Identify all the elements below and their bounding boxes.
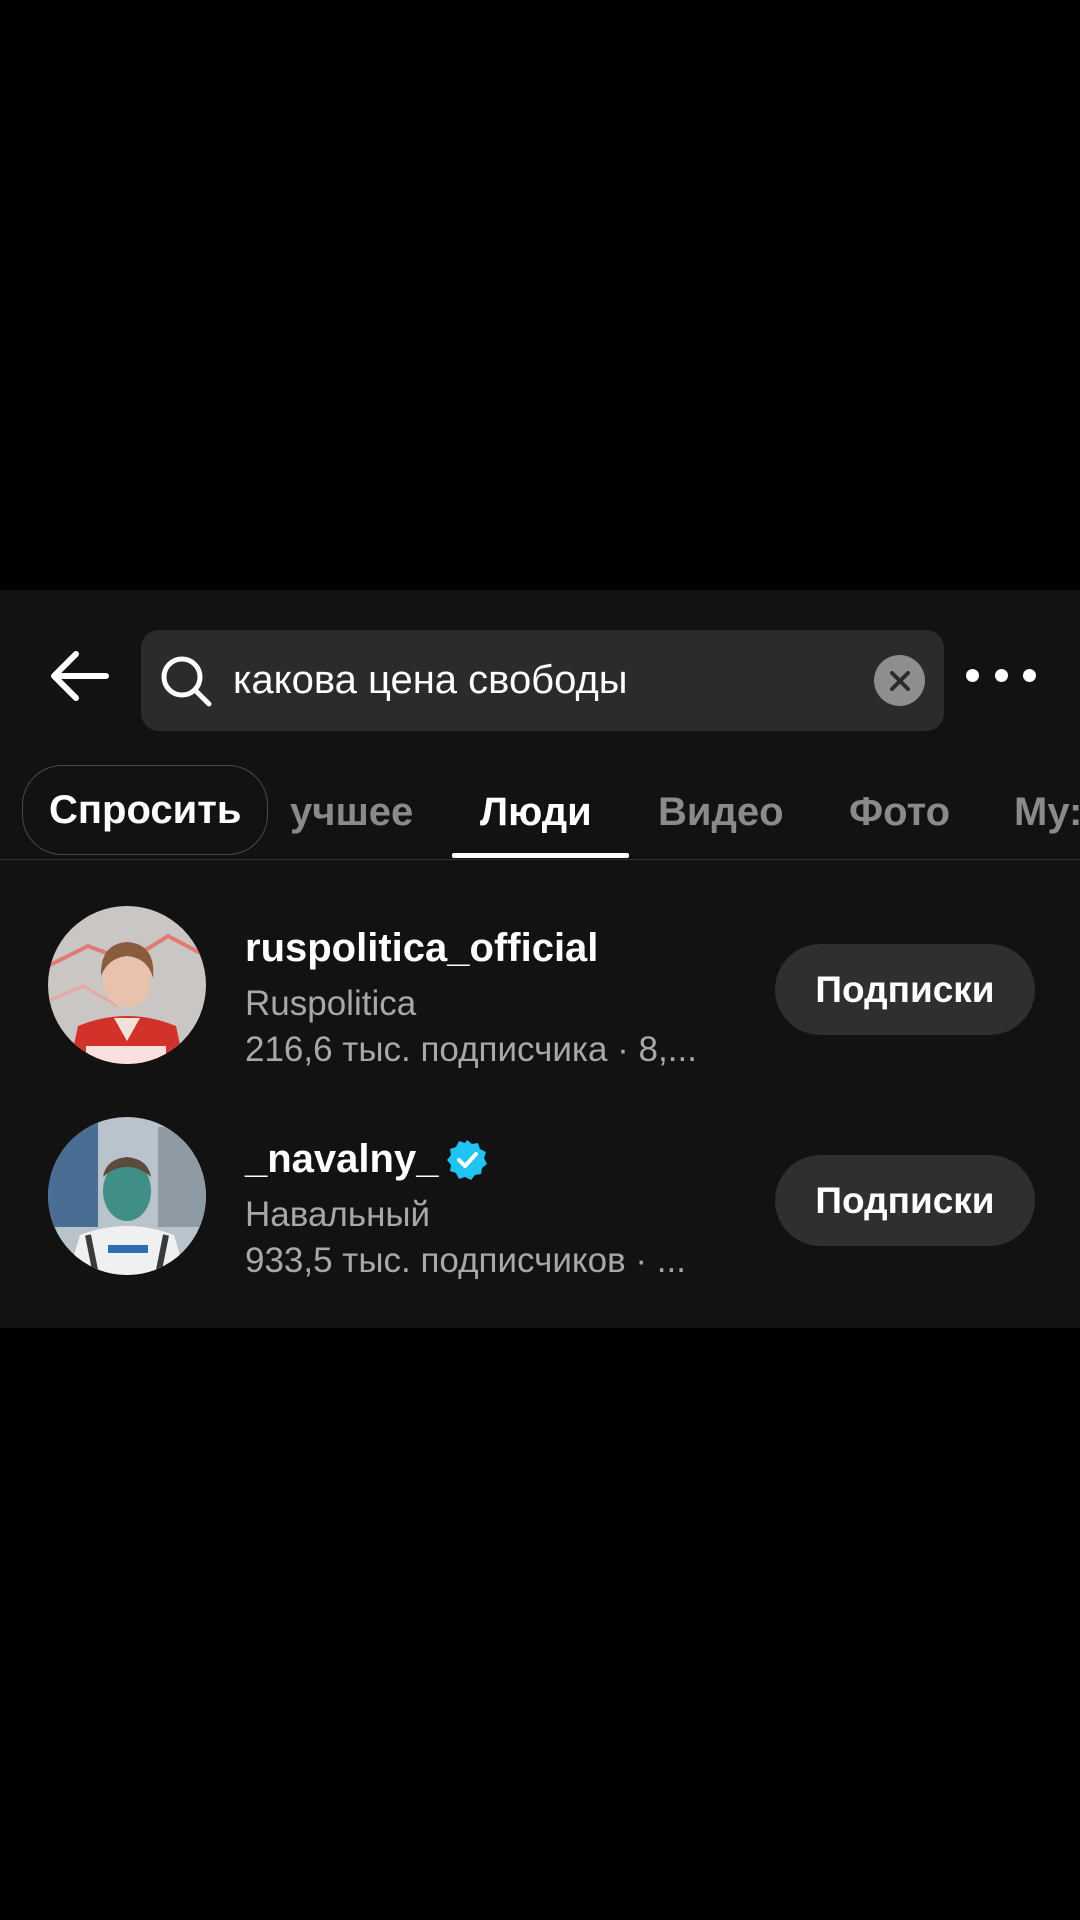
- user-list-item[interactable]: _navalny_ Навальный 933,5 тыс. подписчик…: [0, 1097, 1080, 1297]
- search-bar[interactable]: [141, 630, 944, 731]
- tab-people[interactable]: Люди: [480, 765, 592, 859]
- clear-search-button[interactable]: [874, 655, 925, 706]
- active-tab-indicator: [452, 853, 629, 858]
- tab-music[interactable]: Му:: [1014, 765, 1080, 859]
- search-icon: [161, 656, 212, 707]
- screen: Спросить учшее Люди Видео Фото Му:: [0, 0, 1080, 1920]
- display-name: Навальный: [245, 1195, 431, 1234]
- following-button[interactable]: Подписки: [775, 944, 1035, 1035]
- username[interactable]: ruspolitica_official: [245, 926, 598, 971]
- avatar[interactable]: [48, 1117, 206, 1275]
- following-button[interactable]: Подписки: [775, 1155, 1035, 1246]
- back-button[interactable]: [40, 636, 116, 716]
- user-list-item[interactable]: ruspolitica_official Ruspolitica 216,6 т…: [0, 886, 1080, 1086]
- tab-photo[interactable]: Фото: [849, 765, 950, 859]
- search-input[interactable]: [233, 630, 833, 731]
- verified-badge-icon: [447, 1139, 488, 1180]
- search-tabs: Спросить учшее Люди Видео Фото Му:: [0, 765, 1080, 860]
- tab-top[interactable]: учшее: [290, 765, 413, 859]
- more-options-button[interactable]: [966, 650, 1036, 700]
- avatar[interactable]: [48, 906, 206, 1064]
- username[interactable]: _navalny_: [245, 1137, 438, 1182]
- username-row: ruspolitica_official: [245, 926, 598, 971]
- tab-ask[interactable]: Спросить: [22, 765, 269, 855]
- display-name: Ruspolitica: [245, 984, 417, 1023]
- more-horizontal-icon: [966, 668, 979, 682]
- follower-stats: 933,5 тыс. подписчиков · ...: [245, 1241, 686, 1280]
- username-row: _navalny_: [245, 1137, 488, 1182]
- arrow-left-icon: [51, 651, 109, 701]
- tab-video[interactable]: Видео: [658, 765, 784, 859]
- follower-stats: 216,6 тыс. подписчика · 8,...: [245, 1030, 697, 1069]
- search-results-panel: Спросить учшее Люди Видео Фото Му:: [0, 590, 1080, 1328]
- clear-x-icon: [889, 670, 910, 691]
